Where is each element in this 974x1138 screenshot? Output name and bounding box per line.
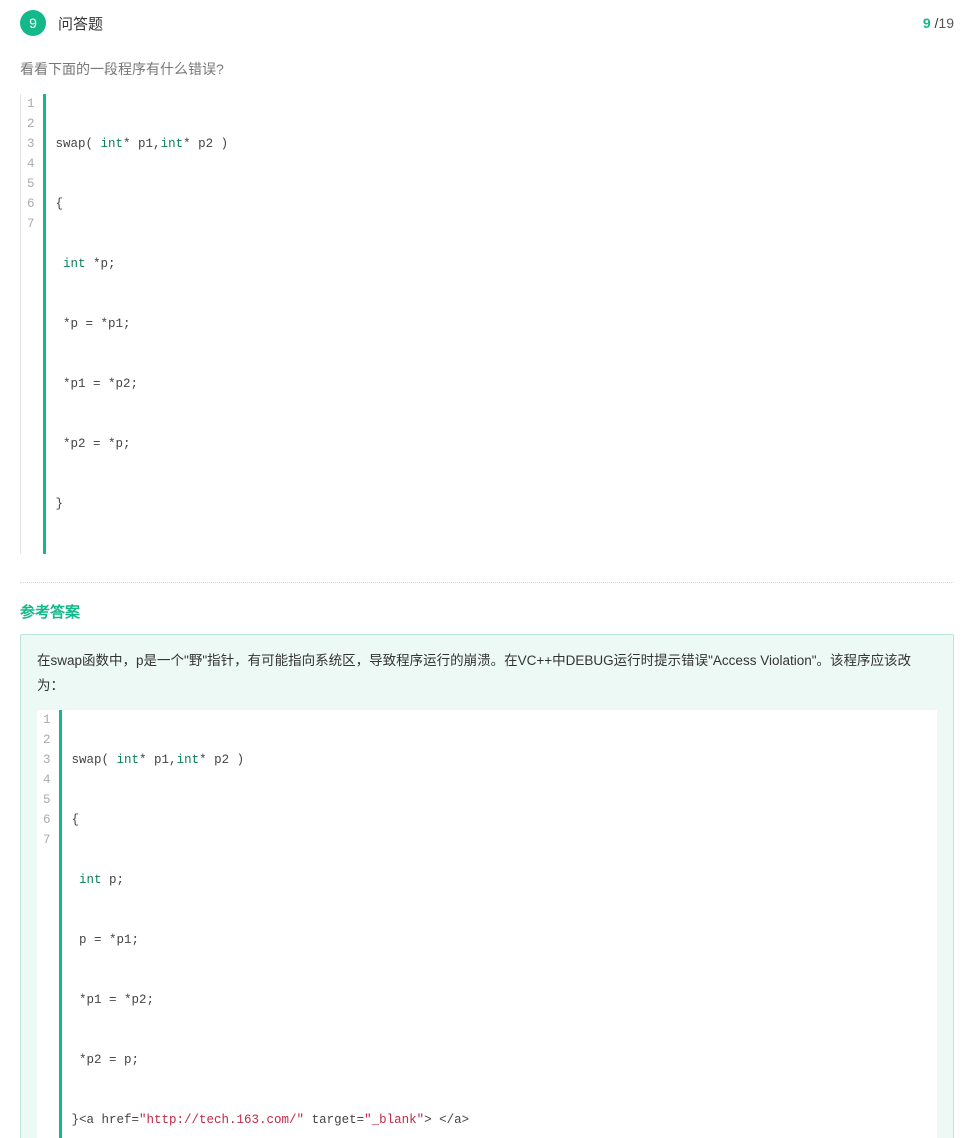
question-pager: 9 /19 xyxy=(923,15,954,31)
line-number: 4 xyxy=(43,770,51,790)
answer-text: 在swap函数中，p是一个"野"指针，有可能指向系统区，导致程序运行的崩溃。在V… xyxy=(37,649,937,698)
question-type: 问答题 xyxy=(58,13,103,34)
code-body: swap( int* p1,int* p2 ) { int *p; *p = *… xyxy=(43,94,229,554)
code-line: *p1 = *p2; xyxy=(72,990,470,1010)
code-line: *p = *p1; xyxy=(56,314,229,334)
code-line: *p1 = *p2; xyxy=(56,374,229,394)
code-line: *p2 = p; xyxy=(72,1050,470,1070)
code-line: *p2 = *p; xyxy=(56,434,229,454)
code-line: p = *p1; xyxy=(72,930,470,950)
line-number: 1 xyxy=(27,94,35,114)
code-line: { xyxy=(72,810,470,830)
question-header: 9 问答题 9 /19 xyxy=(20,10,954,36)
code-line: swap( int* p1,int* p2 ) xyxy=(72,750,470,770)
line-number: 6 xyxy=(43,810,51,830)
question-prompt: 看看下面的一段程序有什么错误? xyxy=(20,58,954,80)
line-number: 2 xyxy=(27,114,35,134)
pager-total: 19 xyxy=(938,15,954,31)
line-number: 5 xyxy=(27,174,35,194)
line-number: 6 xyxy=(27,194,35,214)
code-gutter: 1 2 3 4 5 6 7 xyxy=(37,710,59,1138)
pager-current: 9 xyxy=(923,15,931,31)
line-number: 4 xyxy=(27,154,35,174)
code-line: } xyxy=(56,494,229,514)
code-body: swap( int* p1,int* p2 ) { int p; p = *p1… xyxy=(59,710,470,1138)
line-number: 3 xyxy=(27,134,35,154)
line-number: 7 xyxy=(43,830,51,850)
answer-code-block: 1 2 3 4 5 6 7 swap( int* p1,int* p2 ) { … xyxy=(37,710,937,1138)
line-number: 3 xyxy=(43,750,51,770)
code-line: { xyxy=(56,194,229,214)
line-number: 5 xyxy=(43,790,51,810)
section-divider xyxy=(20,582,954,583)
answer-title: 参考答案 xyxy=(20,601,954,622)
question-code-block: 1 2 3 4 5 6 7 swap( int* p1,int* p2 ) { … xyxy=(20,94,954,554)
answer-box: 在swap函数中，p是一个"野"指针，有可能指向系统区，导致程序运行的崩溃。在V… xyxy=(20,634,954,1138)
line-number: 7 xyxy=(27,214,35,234)
line-number: 1 xyxy=(43,710,51,730)
code-line: int p; xyxy=(72,870,470,890)
line-number: 2 xyxy=(43,730,51,750)
code-line: swap( int* p1,int* p2 ) xyxy=(56,134,229,154)
code-gutter: 1 2 3 4 5 6 7 xyxy=(21,94,43,554)
code-line: int *p; xyxy=(56,254,229,274)
question-number-badge: 9 xyxy=(20,10,46,36)
code-line: }<a href="http://tech.163.com/" target="… xyxy=(72,1110,470,1130)
